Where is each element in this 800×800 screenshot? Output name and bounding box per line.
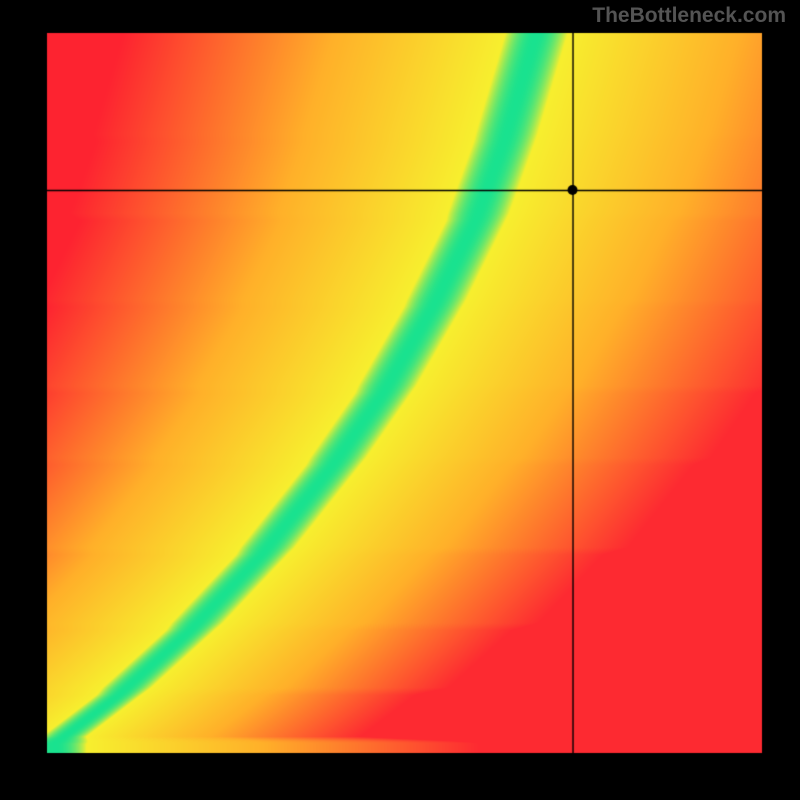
bottleneck-heatmap [0, 0, 800, 800]
watermark-label: TheBottleneck.com [592, 4, 786, 28]
chart-container: TheBottleneck.com [0, 0, 800, 800]
